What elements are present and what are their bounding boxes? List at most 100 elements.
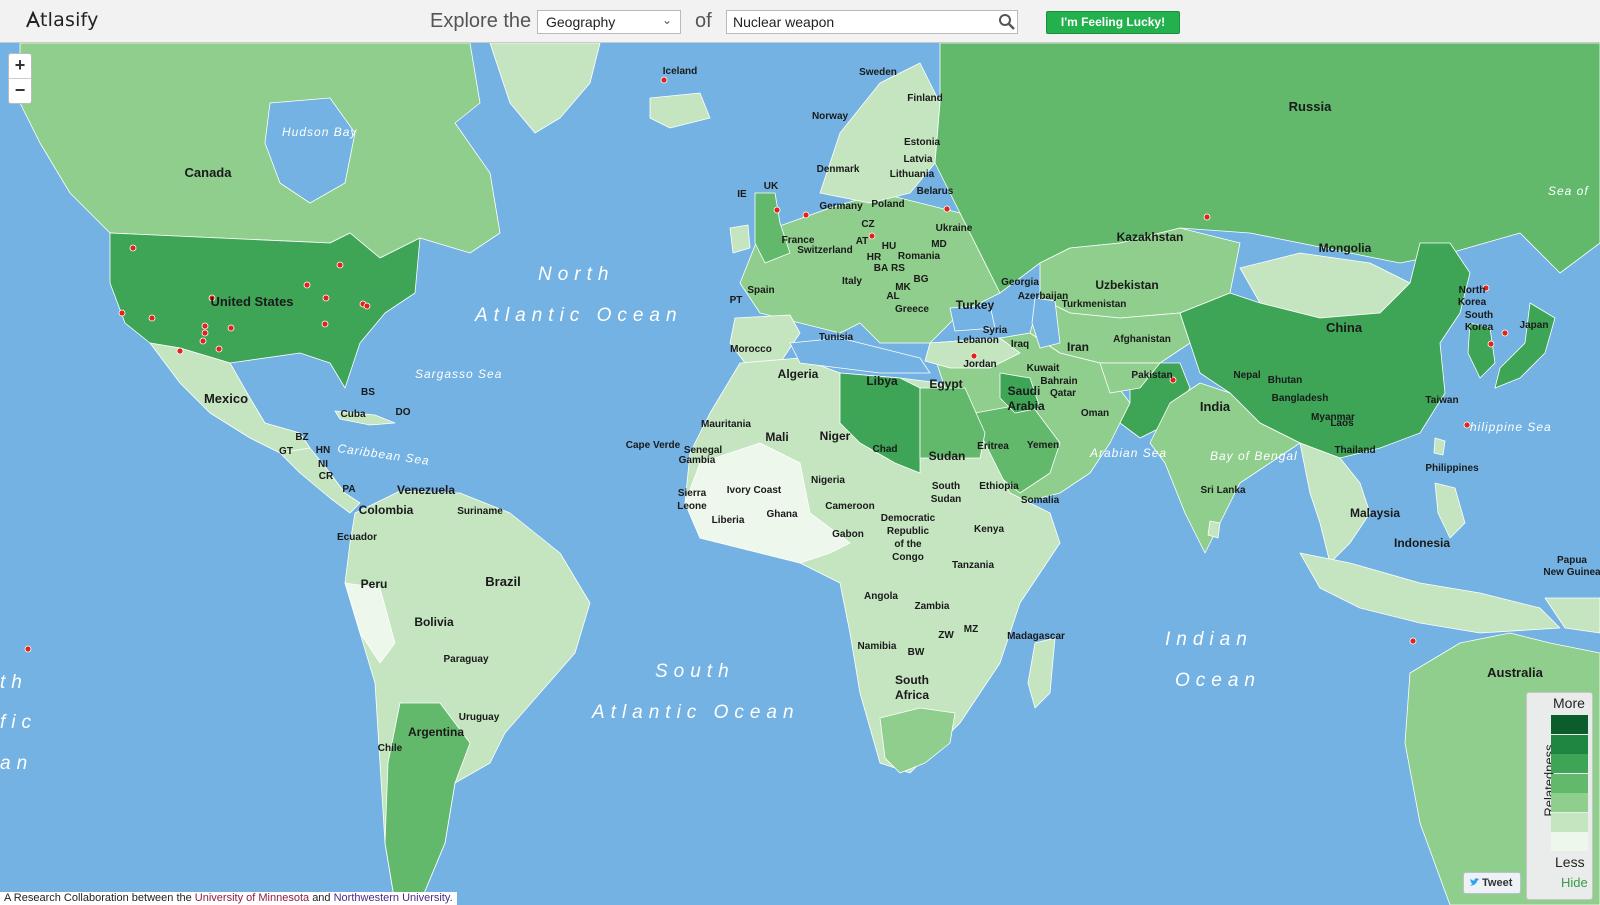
country-label: Tanzania xyxy=(952,560,994,571)
country-label: South xyxy=(932,481,960,492)
country-label: Arabia xyxy=(1007,399,1045,413)
city-marker[interactable] xyxy=(215,345,223,353)
city-marker[interactable] xyxy=(24,645,32,653)
country-label: Mexico xyxy=(204,391,248,406)
country-label: BA xyxy=(874,263,888,274)
country-label: India xyxy=(1200,399,1231,414)
legend-hide-link[interactable]: Hide xyxy=(1561,875,1588,890)
country-label: Korea xyxy=(1458,297,1487,308)
sea-label: Sargasso Sea xyxy=(415,367,502,381)
country-label: MD xyxy=(931,239,947,250)
city-marker[interactable] xyxy=(1409,637,1417,645)
country-label: Lebanon xyxy=(957,335,999,346)
northwestern-link[interactable]: Northwestern University xyxy=(334,892,450,904)
legend-swatch xyxy=(1551,754,1588,773)
region-taiwan[interactable] xyxy=(1433,437,1446,456)
country-label: Nepal xyxy=(1233,370,1260,381)
city-marker[interactable] xyxy=(1487,340,1495,348)
country-label: Turkmenistan xyxy=(1062,299,1127,310)
country-label: Africa xyxy=(895,688,929,702)
city-marker[interactable] xyxy=(773,206,781,214)
ocean-label: th xyxy=(0,672,28,693)
zoom-out-button[interactable]: − xyxy=(9,79,31,103)
country-label: DO xyxy=(396,407,411,418)
country-label: Uruguay xyxy=(459,712,500,723)
sea-label: Bay of Bengal xyxy=(1210,449,1298,463)
city-marker[interactable] xyxy=(1203,213,1211,221)
search-icon[interactable] xyxy=(998,13,1016,31)
country-label: Poland xyxy=(871,199,904,210)
country-label: Lithuania xyxy=(890,169,935,180)
search-input[interactable]: Nuclear weapon xyxy=(726,10,1018,34)
city-marker[interactable] xyxy=(1501,329,1509,337)
world-map[interactable]: North Atlantic Ocean South Atlantic Ocea… xyxy=(0,43,1600,905)
city-marker[interactable] xyxy=(660,76,668,84)
country-label: Mauritania xyxy=(701,419,751,430)
ocean-label: North xyxy=(538,264,614,285)
region-ireland[interactable] xyxy=(729,224,751,254)
atlasify-logo[interactable]: tlasify xyxy=(26,9,99,31)
country-label: Cuba xyxy=(341,409,366,420)
footer-and: and xyxy=(312,892,331,904)
country-label: Denmark xyxy=(817,164,860,175)
country-label: Australia xyxy=(1487,665,1543,680)
region-srilanka[interactable] xyxy=(1207,520,1221,539)
country-label: Bhutan xyxy=(1268,375,1302,386)
country-label: Brazil xyxy=(485,574,520,589)
city-marker[interactable] xyxy=(129,244,137,252)
city-marker[interactable] xyxy=(336,261,344,269)
country-label: PT xyxy=(730,295,743,306)
country-label: Latvia xyxy=(904,154,933,165)
country-label: Bolivia xyxy=(414,615,454,629)
city-marker[interactable] xyxy=(363,302,371,310)
city-marker[interactable] xyxy=(321,320,329,328)
country-label: Korea xyxy=(1465,322,1494,333)
feeling-lucky-button[interactable]: I'm Feeling Lucky! xyxy=(1046,11,1180,34)
tweet-button[interactable]: Tweet xyxy=(1463,872,1521,894)
country-label: Kuwait xyxy=(1027,363,1060,374)
country-label: Papua xyxy=(1557,555,1587,566)
country-label: Ecuador xyxy=(337,532,377,543)
city-marker[interactable] xyxy=(148,314,156,322)
country-label: Malaysia xyxy=(1350,506,1400,520)
city-marker[interactable] xyxy=(176,347,184,355)
city-marker[interactable] xyxy=(199,337,207,345)
country-label: UK xyxy=(764,181,779,192)
category-select[interactable]: Geography ⌄ xyxy=(537,10,681,34)
ocean-label: Ocean xyxy=(1175,670,1261,691)
country-label: Mongolia xyxy=(1319,241,1372,255)
country-label: Sweden xyxy=(859,67,897,78)
city-marker[interactable] xyxy=(943,205,951,213)
city-marker[interactable] xyxy=(201,329,209,337)
city-marker[interactable] xyxy=(868,232,876,240)
country-label: Cape Verde xyxy=(626,440,681,451)
umn-link[interactable]: University of Minnesota xyxy=(195,892,309,904)
city-marker[interactable] xyxy=(802,211,810,219)
tweet-label: Tweet xyxy=(1482,877,1513,889)
country-label: Venezuela xyxy=(397,483,455,497)
country-label: Republic xyxy=(887,526,930,537)
country-label: Russia xyxy=(1289,99,1332,114)
sea-label: hilippine Sea xyxy=(1470,420,1552,434)
city-marker[interactable] xyxy=(201,322,209,330)
city-marker[interactable] xyxy=(303,281,311,289)
country-label: Finland xyxy=(907,93,943,104)
country-label: Bangladesh xyxy=(1272,393,1329,404)
city-marker[interactable] xyxy=(322,294,330,302)
city-marker[interactable] xyxy=(118,309,126,317)
country-label: Thailand xyxy=(1334,445,1375,456)
country-label: Congo xyxy=(892,552,924,563)
ocean-label: an xyxy=(0,753,33,774)
country-label: NI xyxy=(318,459,328,470)
sea-label: Arabian Sea xyxy=(1089,446,1167,460)
relatedness-legend: More Relatedness Less Hide xyxy=(1526,692,1593,900)
zoom-in-button[interactable]: + xyxy=(9,54,31,79)
country-label: RS xyxy=(891,263,905,274)
country-label: South xyxy=(895,673,929,687)
country-label: Democratic xyxy=(881,513,936,524)
logo-a-icon xyxy=(26,10,40,28)
country-label: United States xyxy=(210,294,293,309)
city-marker[interactable] xyxy=(227,324,235,332)
country-label: Uzbekistan xyxy=(1095,278,1158,292)
country-label: CR xyxy=(319,471,334,482)
